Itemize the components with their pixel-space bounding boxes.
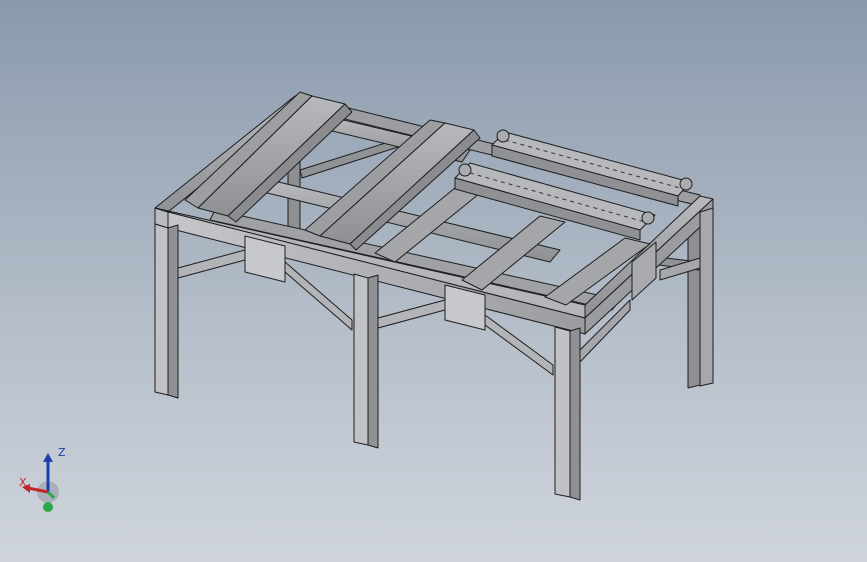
z-axis-arrow	[43, 453, 53, 462]
steel-frame-model[interactable]	[0, 0, 867, 562]
y-axis-marker	[43, 502, 53, 512]
graphics-viewport[interactable]: Z X	[0, 0, 867, 562]
x-axis-label: X	[19, 476, 27, 489]
orientation-triad[interactable]: Z X	[14, 440, 84, 520]
z-axis-label: Z	[58, 446, 66, 459]
